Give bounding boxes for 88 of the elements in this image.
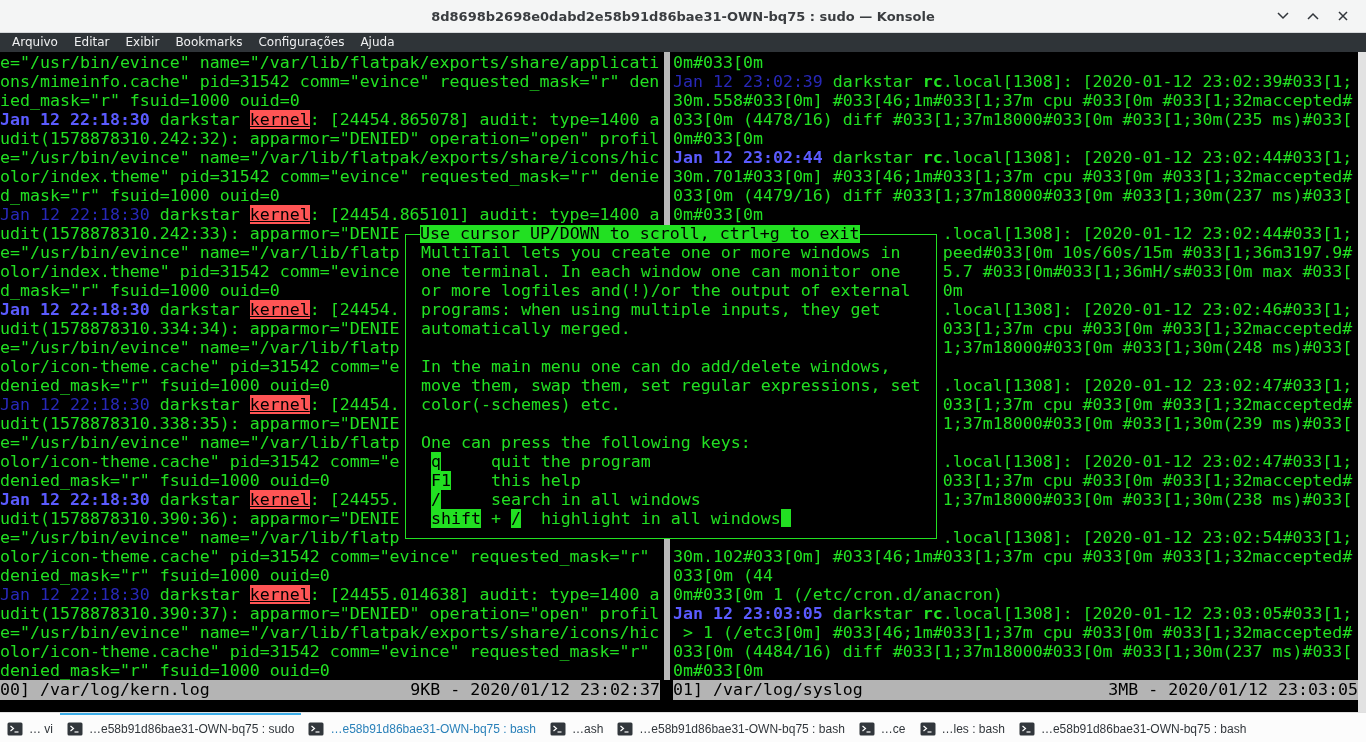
window-title: 8d8698b2698e0dabd2e58b91d86bae31-OWN-bq75 : sudo — Konsole xyxy=(431,8,935,24)
log-line: 1;37m18000#033[0m #033[1;30m(238 ms)#033[ xyxy=(942,489,1353,509)
help-text: move them, swap them, set regular expressions, set xyxy=(421,376,921,395)
help-text: color(-schemes) etc. xyxy=(421,395,621,414)
help-title: Use cursor UP/DOWN to scroll, ctrl+g to exit xyxy=(420,225,860,243)
log-line: Jan 12 23:02:39 darkstar rc.local[1308]: [2020-01-12 23:02:39#033[1; xyxy=(673,71,1353,91)
log-line: > 1 (/etc3[0m] #033[46;1m#033[1;37m cpu #033[0m #033[1;32maccepted# xyxy=(682,622,1353,642)
log-line: denied_mask="r" fsuid=1000 ouid=0 xyxy=(0,565,330,585)
log-line: e="/usr/bin/evince" name="/var/lib/flatp xyxy=(0,337,400,357)
log-line: udit(1578878310.242:32): apparmor="DENIED" operation="open" profil xyxy=(0,128,660,148)
help-text: programs: when using multiple inputs, they get xyxy=(421,300,881,319)
log-line: e="/usr/bin/evince" name="/var/lib/flatp xyxy=(0,527,400,547)
log-line: .local[1308]: [2020-01-12 23:02:47#033[1; xyxy=(942,451,1353,471)
log-line: Jan 12 22:18:30 darkstar kernel: [24455. xyxy=(0,489,400,509)
log-line: 0m#033[0m xyxy=(673,204,763,224)
log-line: denied_mask="r" fsuid=1000 ouid=0 xyxy=(0,470,330,490)
log-line: 033[1;37m cpu #033[0m #033[1;32maccepted# xyxy=(942,394,1353,414)
help-text: One can press the following keys: xyxy=(421,433,751,452)
status-info: 9KB - 2020/01/12 23:02:37 xyxy=(410,680,660,700)
log-line: ied_mask="r" fsuid=1000 ouid=0 xyxy=(0,90,300,110)
key-description: search in all windows xyxy=(490,490,701,509)
log-line: 30m.701#033[0m] #033[46;1m#033[1;37m cpu #033[0m #033[1;32maccepted# xyxy=(673,166,1353,186)
log-line: olor/icon-theme.cache" pid=31542 comm="evince" requested_mask="r" xyxy=(0,546,650,566)
help-text: In the main menu one can do add/delete windows, xyxy=(421,357,891,376)
key-description: highlight in all windows xyxy=(540,509,781,528)
log-line: 0m#033[0m xyxy=(673,52,763,72)
log-line: denied_mask="r" fsuid=1000 ouid=0 xyxy=(0,660,330,680)
help-text: MultiTail lets you create one or more windows in xyxy=(421,243,901,262)
status-info: 3MB - 2020/01/12 23:03:05 xyxy=(1108,680,1358,700)
log-line: 033[0m (4478/16) diff #033[1;37m18000#033[0m #033[1;30m(235 ms)#033[ xyxy=(673,109,1353,129)
help-text: or more logfiles and(!)/or the output of external xyxy=(421,281,911,300)
log-line: 0m xyxy=(942,280,963,300)
log-line: e="/usr/bin/evince" name="/var/lib/flatp xyxy=(0,432,400,452)
log-line: d_mask="r" fsuid=1000 ouid=0 xyxy=(0,185,280,205)
log-line: 0m#033[0m xyxy=(673,660,763,680)
help-text: automatically merged. xyxy=(421,319,631,338)
log-line: ons/mimeinfo.cache" pid=31542 comm="evince" requested_mask="r" den xyxy=(0,71,660,91)
log-line: denied_mask="r" fsuid=1000 ouid=0 xyxy=(0,375,330,395)
log-line: 033[1;37m cpu #033[0m #033[1;32maccepted# xyxy=(942,318,1353,338)
log-line: olor/icon-theme.cache" pid=31542 comm="evince" requested_mask="r" xyxy=(0,641,650,661)
log-line: Jan 12 22:18:30 darkstar kernel: [24454. xyxy=(0,394,400,414)
key-label: q xyxy=(431,452,441,471)
key-separator: + xyxy=(490,509,501,528)
log-line: olor/icon-theme.cache" pid=31542 comm="e xyxy=(0,356,400,376)
log-line: udit(1578878310.242:33): apparmor="DENIE xyxy=(0,223,400,243)
log-line: .local[1308]: [2020-01-12 23:02:47#033[1; xyxy=(942,375,1353,395)
log-line: 033[0m (4479/16) diff #033[1;37m18000#033[0m #033[1;30m(237 ms)#033[ xyxy=(673,185,1353,205)
log-line: 30m.102#033[0m] #033[46;1m#033[1;37m cpu #033[0m #033[1;32maccepted# xyxy=(673,546,1353,566)
log-line: e="/usr/bin/evince" name="/var/lib/flatpak/exports/share/applicati xyxy=(0,52,660,72)
log-line: 5.7 #033[0m#033[1;36mH/s#033[0m max #033[ xyxy=(942,261,1353,281)
key-label: F1 xyxy=(431,471,451,490)
log-line: 0m#033[0m 1 (/etc/cron.d/anacron) xyxy=(673,584,1003,604)
log-line: e="/usr/bin/evince" name="/var/lib/flatpak/exports/share/icons/hic xyxy=(0,622,660,642)
log-line: e="/usr/bin/evince" name="/var/lib/flatpak/exports/share/icons/hic xyxy=(0,147,660,167)
key-label: / xyxy=(431,490,441,509)
key-label: shift xyxy=(431,509,481,528)
log-line: 033[0m (44 xyxy=(673,565,773,585)
log-line: Jan 12 23:03:05 darkstar rc.local[1308]: [2020-01-12 23:03:05#033[1; xyxy=(673,603,1353,623)
log-line: .local[1308]: [2020-01-12 23:02:46#033[1; xyxy=(942,299,1353,319)
key-description: quit the program xyxy=(490,452,651,471)
log-line: 0m#033[0m xyxy=(673,128,763,148)
log-line: udit(1578878310.390:36): apparmor="DENIE xyxy=(0,508,400,528)
log-line: Jan 12 22:18:30 darkstar kernel: [24455.014638] audit: type=1400 a xyxy=(0,584,660,604)
log-line: e="/usr/bin/evince" name="/var/lib/flatp xyxy=(0,242,400,262)
log-line: Jan 12 22:18:30 darkstar kernel: [24454.865078] audit: type=1400 a xyxy=(0,109,660,129)
status-file: 00] /var/log/kern.log xyxy=(0,680,210,700)
status-file: 01] /var/log/syslog xyxy=(673,680,863,700)
log-line: Jan 12 23:02:44 darkstar rc.local[1308]: [2020-01-12 23:02:44#033[1; xyxy=(673,147,1353,167)
log-line: udit(1578878310.334:34): apparmor="DENIE xyxy=(0,318,400,338)
log-line: 30m.558#033[0m] #033[46;1m#033[1;37m cpu #033[0m #033[1;32maccepted# xyxy=(673,90,1353,110)
log-line: 033[1;37m cpu #033[0m #033[1;32maccepted# xyxy=(942,470,1353,490)
log-line: d_mask="r" fsuid=1000 ouid=0 xyxy=(0,280,280,300)
log-line: udit(1578878310.390:37): apparmor="DENIED" operation="open" profil xyxy=(0,603,660,623)
log-line: olor/icon-theme.cache" pid=31542 comm="e xyxy=(0,451,400,471)
help-text: one terminal. In each window one can monitor one xyxy=(421,262,901,281)
log-line: .local[1308]: [2020-01-12 23:02:54#033[1; xyxy=(942,527,1353,547)
log-line: udit(1578878310.338:35): apparmor="DENIE xyxy=(0,413,400,433)
log-line: 033[0m (4484/16) diff #033[1;37m18000#033[0m #033[1;30m(237 ms)#033[ xyxy=(673,641,1353,661)
log-line: Jan 12 22:18:30 darkstar kernel: [24454. xyxy=(0,299,400,319)
log-line: olor/index.theme" pid=31542 comm="evince xyxy=(0,261,400,281)
log-line: .local[1308]: [2020-01-12 23:02:44#033[1; xyxy=(942,223,1353,243)
key-description: this help xyxy=(490,471,581,490)
log-line: 1;37m18000#033[0m #033[1;30m(248 ms)#033[ xyxy=(942,337,1353,357)
key-label: / xyxy=(510,509,521,528)
log-line: Jan 12 22:18:30 darkstar kernel: [24454.865101] audit: type=1400 a xyxy=(0,204,660,224)
log-line: 1;37m18000#033[0m #033[1;30m(239 ms)#033[ xyxy=(942,413,1353,433)
log-line: peed#033[0m 10s/60s/15m #033[1;36m3197.9# xyxy=(942,242,1353,262)
log-line: olor/index.theme" pid=31542 comm="evince" requested_mask="r" denie xyxy=(0,166,660,186)
